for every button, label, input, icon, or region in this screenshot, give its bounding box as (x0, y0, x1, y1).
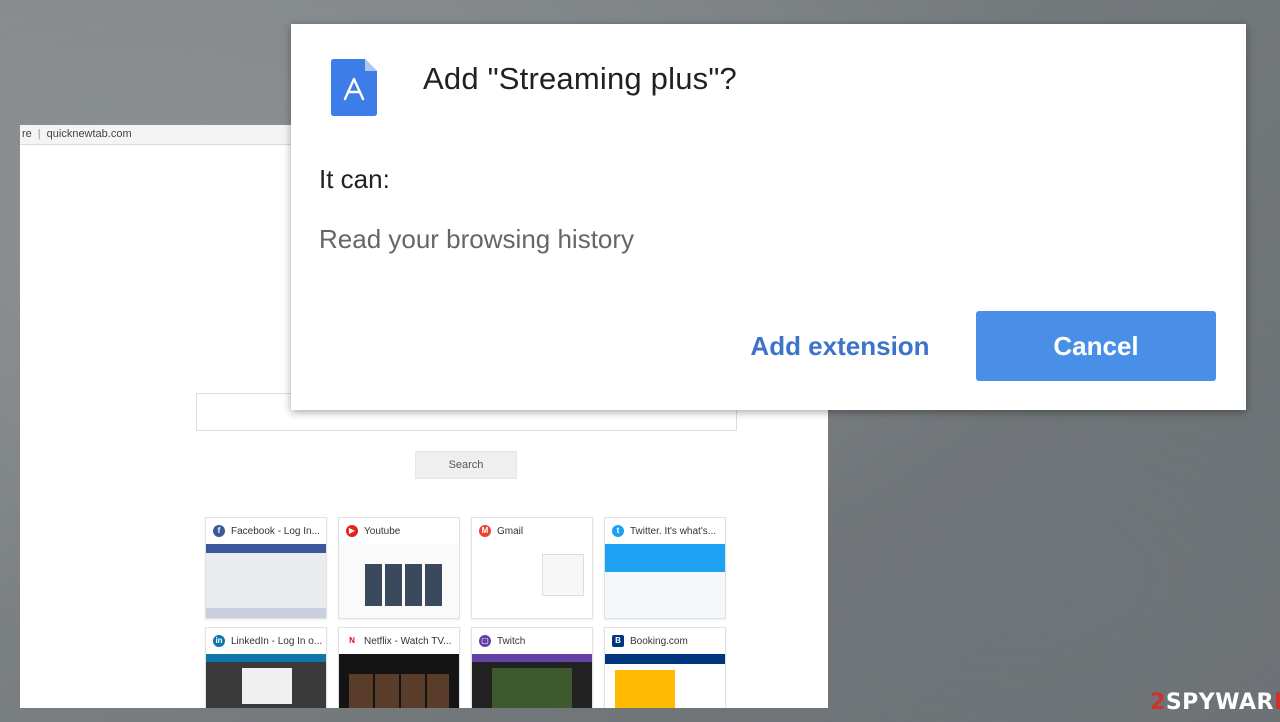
tile-header: t Twitter. It's what's... (605, 518, 725, 544)
speed-dial-tiles: f Facebook - Log In... ▶ Youtube M Gmail t Twit… (205, 517, 735, 708)
cancel-button[interactable]: Cancel (976, 311, 1216, 381)
tile-header: M Gmail (472, 518, 592, 544)
tile-label: LinkedIn - Log In o... (231, 635, 323, 647)
tile-thumbnail (206, 654, 326, 708)
speed-dial-tile[interactable]: t Twitter. It's what's... (604, 517, 726, 619)
youtube-icon: ▶ (346, 525, 358, 537)
speed-dial-tile[interactable]: ▶ Youtube (338, 517, 460, 619)
tile-thumbnail (339, 654, 459, 708)
tile-label: Booking.com (630, 635, 688, 647)
address-url[interactable]: quicknewtab.com (47, 125, 132, 144)
watermark-middle: SPYWAR (1165, 690, 1274, 715)
address-separator: | (37, 128, 41, 140)
tile-header: ▶ Youtube (339, 518, 459, 544)
tile-label: Netflix - Watch TV... (364, 635, 452, 647)
search-button[interactable]: Search (415, 451, 517, 479)
tile-label: Twitter. It's what's... (630, 525, 717, 537)
tile-label: Facebook - Log In... (231, 525, 320, 537)
netflix-icon: N (349, 636, 355, 645)
speed-dial-tile[interactable]: f Facebook - Log In... (205, 517, 327, 619)
site-watermark: 2SPYWARE (1150, 690, 1280, 715)
add-extension-button[interactable]: Add extension (731, 311, 949, 381)
speed-dial-tile[interactable]: M Gmail (471, 517, 593, 619)
add-extension-dialog: Add "Streaming plus"? It can: Read your … (291, 24, 1246, 410)
address-prefix: re (22, 128, 32, 140)
twitch-icon: ▢ (479, 635, 491, 647)
tile-thumbnail (472, 654, 592, 708)
tile-label: Twitch (497, 635, 526, 647)
watermark-suffix: E (1274, 690, 1280, 715)
tile-thumbnail (605, 544, 725, 618)
speed-dial-tile[interactable]: B Booking.com (604, 627, 726, 708)
tile-header: B Booking.com (605, 628, 725, 654)
tile-thumbnail (339, 544, 459, 618)
twitter-icon: t (612, 525, 624, 537)
tile-thumbnail (206, 544, 326, 618)
app-store-icon (331, 59, 377, 116)
permission-item: Read your browsing history (319, 224, 635, 254)
facebook-icon: f (213, 525, 225, 537)
tile-header: f Facebook - Log In... (206, 518, 326, 544)
tile-label: Youtube (364, 525, 401, 537)
tile-header: in LinkedIn - Log In o... (206, 628, 326, 654)
tile-header: ▢ Twitch (472, 628, 592, 654)
linkedin-icon: in (213, 635, 225, 647)
tile-header: N Netflix - Watch TV... (339, 628, 459, 654)
watermark-prefix: 2 (1150, 690, 1166, 715)
tile-thumbnail (472, 544, 592, 618)
speed-dial-tile[interactable]: in LinkedIn - Log In o... (205, 627, 327, 708)
tile-label: Gmail (497, 525, 524, 537)
speed-dial-tile[interactable]: N Netflix - Watch TV... (338, 627, 460, 708)
speed-dial-tile[interactable]: ▢ Twitch (471, 627, 593, 708)
booking-icon: B (612, 635, 624, 647)
dialog-title: Add "Streaming plus"? (423, 61, 737, 96)
gmail-icon: M (479, 525, 491, 537)
tile-thumbnail (605, 654, 725, 708)
permissions-heading: It can: (319, 164, 390, 194)
